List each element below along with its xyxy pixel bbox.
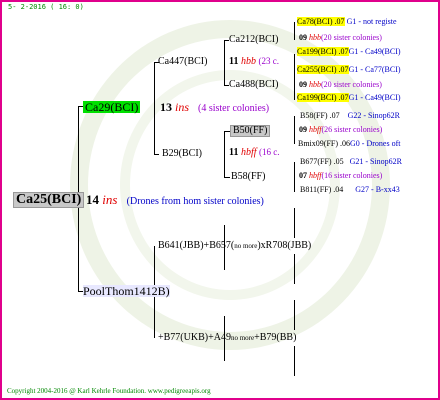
- tree-line: [294, 22, 295, 40]
- ds-count: (16 c.: [259, 147, 280, 157]
- sire-row2-right[interactable]: +B79(BB): [254, 332, 296, 343]
- pedigree-text[interactable]: Ca199(BCI) .07: [297, 93, 349, 102]
- sire-row2-mid: no more: [230, 334, 255, 342]
- dam-generation: 13 ins (4 sister colonies): [160, 101, 269, 114]
- right-row-9: B677(FF) .05 G21 - Sinop62R: [300, 158, 402, 166]
- pedigree-text: G1 - Ca77(BCI): [348, 65, 401, 74]
- tree-line: [294, 162, 295, 192]
- sire-name[interactable]: PoolThom1412B): [83, 285, 170, 297]
- root-note: (Drones from hom sister colonies): [126, 196, 264, 207]
- pedigree-text[interactable]: Ca199(BCI) .07: [297, 47, 349, 56]
- pedigree-text: hbb: [309, 33, 321, 42]
- pedigree-text: (26 sister colonies): [321, 125, 383, 134]
- root-queen[interactable]: Ca25(BCI): [13, 192, 85, 208]
- tree-line: [294, 254, 295, 284]
- sire-row2-left[interactable]: +B77(UKB)+A49: [158, 332, 231, 343]
- sire-row1-mid: no more: [234, 242, 258, 250]
- pedigree-text: 09: [299, 80, 307, 89]
- pedigree-text: 07: [299, 171, 307, 180]
- dam-queen[interactable]: Ca29(BCI): [83, 101, 141, 113]
- pedigree-text[interactable]: B58(FF) .07: [300, 111, 340, 120]
- dd-number: 11: [229, 56, 239, 67]
- tree-line: [294, 346, 295, 376]
- tree-line: [154, 154, 159, 155]
- dd-symbol: hbb: [240, 56, 256, 67]
- pedigree-text: G1 - Ca49(BCI): [348, 47, 401, 56]
- right-row-6: B58(FF) .07 G22 - Sinop62R: [300, 112, 400, 120]
- sire-row-2: +B77(UKB)+A49no more+B79(BB): [158, 333, 296, 343]
- tree-line: [294, 300, 295, 330]
- pedigree-text[interactable]: Ca255(BCI) .07: [297, 65, 349, 74]
- tree-line: [294, 54, 295, 70]
- pedigree-text: hbff: [309, 125, 322, 134]
- tree-line: [294, 208, 295, 238]
- pedigree-text: 09: [299, 125, 307, 134]
- ds-queen[interactable]: B29(BCI): [162, 149, 202, 159]
- right-row-4: 09 hbb(20 sister colonies): [299, 81, 382, 89]
- sire-row-1: B641(JBB)+B657(no more)xR708(JBB): [158, 241, 311, 251]
- right-row-0: Ca78(BCI) .07 G1 - not registe: [297, 17, 397, 26]
- right-row-3: Ca255(BCI) .07G1 - Ca77(BCI): [297, 65, 401, 74]
- right-row-11: B811(FF) .04 G27 - B-xx43: [300, 186, 400, 194]
- pedigree-text: G22 - Sinop62R: [347, 111, 401, 120]
- tree-line: [154, 62, 155, 154]
- pedigree-text: 09: [299, 33, 307, 42]
- root-number: 14: [86, 192, 99, 207]
- pedigree-text[interactable]: Bmix09(FF) .06: [298, 139, 350, 148]
- pedigree-text: hbff: [309, 171, 322, 180]
- pedigree-text: G27 - B-xx43: [355, 185, 400, 194]
- ds-symbol: hbff: [240, 147, 257, 158]
- sire-row1-right[interactable]: )xR708(JBB): [257, 240, 311, 251]
- right-row-1: 09 hbb(20 sister colonies): [299, 34, 382, 42]
- pedigree-text: (16 sister colonies): [321, 171, 383, 180]
- right-row-2: Ca199(BCI) .07G1 - Ca49(BCI): [297, 47, 401, 56]
- dd-count: (23 c.: [258, 56, 279, 66]
- tree-line: [224, 40, 225, 85]
- pedigree-text[interactable]: B811(FF) .04: [300, 185, 343, 194]
- dd-queen[interactable]: Ca447(BCI): [158, 57, 207, 67]
- tree-line: [294, 70, 295, 100]
- pedigree-text: G1 - not registe: [346, 17, 397, 26]
- pedigree-text: G21 - Sinop62R: [349, 157, 403, 166]
- sire-row1-left[interactable]: B641(JBB)+B657(: [158, 240, 234, 251]
- pedigree-text: (20 sister colonies): [321, 33, 382, 42]
- right-row-7: 09 hbff(26 sister colonies): [299, 126, 382, 134]
- tree-line: [224, 131, 225, 177]
- dss-queen[interactable]: B58(FF): [231, 172, 265, 182]
- right-row-8: Bmix09(FF) .06G0 - Drones oft: [298, 140, 400, 148]
- pedigree-text[interactable]: Ca78(BCI) .07: [297, 17, 345, 26]
- ddd-queen[interactable]: Ca212(BCI): [229, 35, 278, 45]
- ds-number: 11: [229, 147, 239, 158]
- dam-note: (4 sister colonies): [198, 103, 270, 114]
- tree-line: [294, 116, 295, 144]
- root-generation: 14 ins (Drones from hom sister colonies): [86, 193, 264, 207]
- right-row-5: Ca199(BCI) .07G1 - Ca49(BCI): [297, 93, 401, 102]
- pedigree-text[interactable]: B677(FF) .05: [300, 157, 344, 166]
- dsd-queen[interactable]: B50(FF): [230, 125, 271, 137]
- dds-queen[interactable]: Ca488(BCI): [229, 80, 278, 90]
- pedigree-text: G1 - Ca49(BCI): [348, 93, 401, 102]
- dam-ins: ins: [175, 100, 190, 114]
- tree-line: [224, 177, 230, 178]
- pedigree-text: (20 sister colonies): [321, 80, 382, 89]
- date-stamp: 5- 2-2016 ( 16: 0): [8, 3, 84, 11]
- dam-number: 13: [160, 100, 172, 114]
- pedigree-text: hbb: [309, 80, 321, 89]
- pedigree-text: G0 - Drones oft: [350, 139, 401, 148]
- root-ins: ins: [102, 192, 118, 207]
- right-row-10: 07 hbff(16 sister colonies): [299, 172, 382, 180]
- footer-copyright: Copyright 2004-2016 @ Karl Kehrle Founda…: [7, 387, 211, 395]
